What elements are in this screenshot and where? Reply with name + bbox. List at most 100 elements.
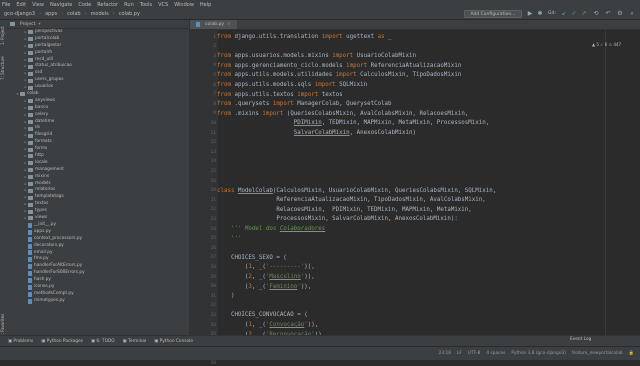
folder-icon (28, 51, 33, 56)
code-line[interactable]: from .mixins import (QueriesColabsMixin,… (217, 111, 468, 117)
git-update-icon[interactable]: ↙ (560, 10, 568, 18)
menu-code[interactable]: Code (78, 2, 91, 8)
code-line[interactable]: PDIMixin, TEDMixin, MAPMixin, MetaMixin,… (217, 120, 489, 126)
tree-file[interactable]: methodsCompt.py (7, 291, 189, 298)
menu-refactor[interactable]: Refactor (97, 2, 118, 8)
tree-file[interactable]: context_processors.py (7, 236, 189, 243)
code-line[interactable]: from apps.utils.models.utilidades import… (217, 72, 461, 78)
project-panel-title[interactable]: Project (20, 22, 35, 27)
tool-window-terminal[interactable]: ▣ Terminal (123, 339, 147, 344)
search-icon[interactable]: ⌕ (628, 10, 636, 18)
code-line[interactable]: class ModelColab(CalculosMixin, UsuarioC… (217, 188, 496, 194)
breadcrumb-item[interactable]: models (91, 11, 109, 17)
tool-window-python-console[interactable]: ▣ Python Console (154, 339, 193, 344)
tree-folder[interactable]: ▸ types (7, 208, 189, 215)
python-interpreter[interactable]: Python 3.8 (gco-django3) (511, 351, 566, 356)
code-line[interactable]: from apps.utils.textos import textos (217, 92, 343, 98)
chevron-down-icon[interactable]: ▾ (38, 22, 40, 27)
menu-file[interactable]: File (2, 2, 10, 8)
close-icon[interactable]: × (227, 20, 231, 29)
code-line[interactable]: CHOICES_CONVOCACAO = ( (217, 312, 308, 318)
code-line[interactable]: CHOICES_SEXO = ( (217, 255, 287, 261)
code-line[interactable]: from apps.utils.models.sqls import SQLMi… (217, 82, 367, 88)
python-file-icon (28, 257, 32, 263)
project-tool-tab[interactable]: 1: Project (0, 24, 7, 48)
menu-window[interactable]: Window (174, 2, 194, 8)
tree-folder[interactable]: ▾ colab (7, 91, 189, 98)
add-configuration-button[interactable]: Add Configuration... (464, 10, 522, 18)
tree-folder[interactable]: ▸ perspectivas (7, 29, 189, 36)
rollback-icon[interactable]: ↶ (604, 10, 612, 18)
code-line[interactable]: ''' (217, 236, 241, 242)
code-line[interactable]: ) (217, 293, 235, 299)
menu-navigate[interactable]: Navigate (50, 2, 72, 8)
breadcrumb-item[interactable]: colab (67, 11, 80, 17)
tree-folder[interactable]: ▸ mixins (7, 174, 189, 181)
breadcrumb-item[interactable]: gco-django3 (4, 11, 35, 17)
code-line[interactable]: from apps.gerenciamento_ciclo.models imp… (217, 63, 461, 69)
code-line[interactable]: ProcessosMixin, SalvarColabMixin, Anexos… (217, 216, 457, 222)
menu-view[interactable]: View (32, 2, 44, 8)
tree-folder[interactable]: ▸ anyviews (7, 98, 189, 105)
folder-icon (28, 161, 33, 166)
tab-colab-py[interactable]: colab.py × (190, 20, 237, 29)
run-icon[interactable]: ▶ (526, 10, 534, 18)
tool-window-python-packages[interactable]: ▣ Python Packages (41, 339, 83, 344)
debug-icon[interactable]: ✱ (536, 10, 544, 18)
code-line[interactable]: ReferenciaAtualizacaoMixin, TipoDadosMix… (217, 197, 485, 203)
code-line[interactable]: (1, _('Convocação')), (217, 322, 318, 328)
event-log-button[interactable]: Event Log (570, 337, 591, 342)
code-line[interactable]: (1, _('---------')), (217, 264, 315, 270)
tree-file[interactable]: icones.py (7, 284, 189, 291)
python-file-icon (28, 222, 32, 228)
settings-icon[interactable]: ⚙ (616, 10, 624, 18)
menu-edit[interactable]: Edit (16, 2, 26, 8)
tree-file[interactable]: __init__.py (7, 222, 189, 229)
code-line[interactable]: (3, _('Feminino')), (217, 284, 311, 290)
tool-window-problems[interactable]: ▣ Problems (8, 339, 33, 344)
breadcrumb-item[interactable]: colab.py (119, 11, 140, 17)
code-line[interactable]: RelacoesMixin, PDIMixin, TEDMixin, MAPMi… (217, 207, 471, 213)
tree-folder[interactable]: ▸ portalrh (7, 50, 189, 57)
tree-file[interactable]: hash.py (7, 277, 189, 284)
tree-folder[interactable]: ▸ forms (7, 146, 189, 153)
tree-folder[interactable]: ▸ banco (7, 105, 189, 112)
indent-setting[interactable]: 4 spaces (486, 351, 505, 356)
file-encoding[interactable]: UTF-8 (468, 351, 481, 356)
tree-file[interactable]: apps.py (7, 229, 189, 236)
code-line[interactable]: SalvarColabMixin, AnexosColabMixin) (217, 130, 416, 136)
code-line[interactable]: from .querysets import ManagerColab, Que… (217, 101, 392, 107)
menu-tools[interactable]: Tools (140, 2, 152, 8)
tree-folder[interactable]: ▸ management (7, 167, 189, 174)
folder-icon (28, 85, 33, 90)
git-branch[interactable]: feature_newportalcolab (572, 351, 623, 356)
tree-file[interactable]: mimetypes.py (7, 298, 189, 305)
python-file-icon (28, 236, 32, 242)
code-line[interactable]: ''' Model dos Colaboradores (217, 226, 325, 232)
tree-folder[interactable]: ▸ usuarios (7, 84, 189, 91)
folder-icon (28, 147, 33, 152)
tool-window-6-todo[interactable]: ▣ 6: TODO (91, 339, 115, 344)
tree-folder[interactable]: ▸ http (7, 153, 189, 160)
code-line[interactable]: from apps.usuarios.models.mixins import … (217, 53, 416, 59)
tree-folder[interactable]: ▸ locale (7, 160, 189, 167)
caret-position[interactable]: 23:18 (439, 351, 451, 356)
menu-help[interactable]: Help (200, 2, 211, 8)
tree-folder[interactable]: ▸ portalgestor (7, 43, 189, 50)
code-area[interactable]: from django.utils.translation import uge… (190, 30, 640, 357)
tree-folder[interactable]: ▸ portalcolab (7, 36, 189, 43)
lock-icon[interactable]: 🔒 (629, 351, 634, 356)
tree-file[interactable]: decorators.py (7, 243, 189, 250)
breadcrumb-item[interactable]: apps (45, 11, 57, 17)
history-icon[interactable]: ⟲ (592, 10, 600, 18)
menu-run[interactable]: Run (124, 2, 134, 8)
tree-folder[interactable]: ▸ celery (7, 112, 189, 119)
line-ending[interactable]: LF (457, 351, 462, 356)
code-line[interactable]: (2, _('Masculino')), (217, 274, 315, 280)
code-line[interactable]: from django.utils.translation import uge… (217, 34, 392, 40)
menu-vcs[interactable]: VCS (158, 2, 168, 8)
git-push-icon[interactable]: ↗ (580, 10, 588, 18)
tree-folder[interactable]: ▸ views (7, 215, 189, 222)
structure-tool-tab[interactable]: 7: Structure (0, 54, 7, 82)
git-commit-icon[interactable]: ✓ (570, 10, 578, 18)
